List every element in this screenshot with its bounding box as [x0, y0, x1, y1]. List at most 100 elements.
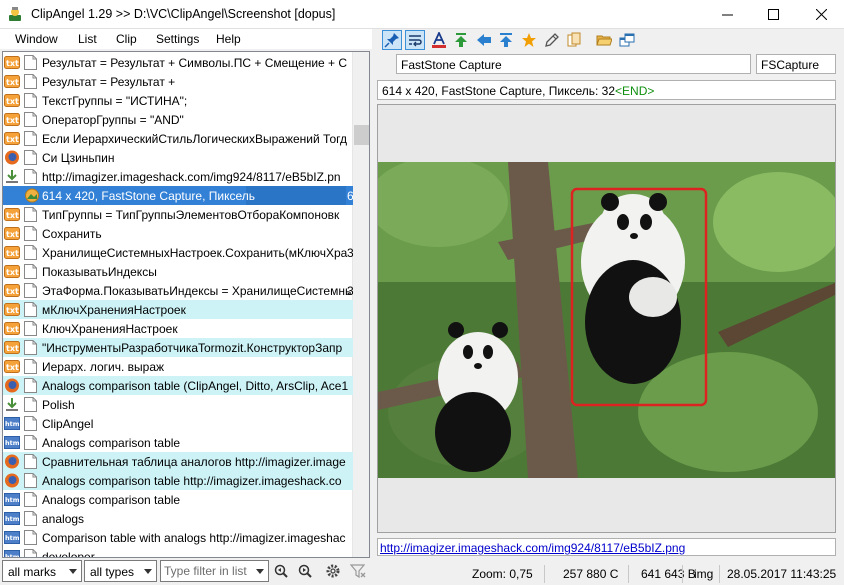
list-item-text: Результат = Результат +: [42, 75, 176, 89]
firefox-icon: [5, 378, 19, 393]
menu-help[interactable]: Help: [216, 32, 241, 46]
back-button[interactable]: [474, 30, 494, 50]
find-prev-icon: [274, 564, 288, 578]
edit-pencil-icon: [545, 33, 559, 47]
document-icon: [24, 112, 37, 127]
list-item[interactable]: txt ХранилищеСистемныхНастроек.Сохранить(…: [3, 243, 353, 262]
upload-button[interactable]: [496, 30, 516, 50]
close-button[interactable]: [798, 0, 844, 29]
title-bar: ClipAngel 1.29 >> D:\VC\ClipAngel\Screen…: [0, 0, 844, 29]
menu-clip[interactable]: Clip: [116, 32, 137, 46]
list-item[interactable]: txt КлючХраненияНастроек: [3, 319, 353, 338]
windows-button[interactable]: [617, 30, 637, 50]
app-icon: [9, 7, 21, 21]
list-item[interactable]: txt ТекстГруппы = "ИСТИНА";: [3, 91, 353, 110]
list-item[interactable]: txt Сохранить: [3, 224, 353, 243]
types-filter-select[interactable]: all types: [84, 560, 157, 582]
source-window-field[interactable]: FastStone Capture: [396, 54, 751, 74]
menu-window[interactable]: Window: [15, 32, 58, 46]
list-item[interactable]: txt Результат = Результат +: [3, 72, 353, 91]
list-scrollbar[interactable]: [352, 52, 369, 557]
list-item[interactable]: Analogs comparison table (ClipAngel, Dit…: [3, 376, 353, 395]
close-icon: [815, 9, 827, 20]
document-icon: [24, 264, 37, 279]
chevron-down-icon: [69, 569, 77, 574]
svg-text:txt: txt: [6, 230, 19, 239]
list-item[interactable]: html developer: [3, 547, 353, 558]
list-item[interactable]: html ClipAngel: [3, 414, 353, 433]
document-icon: [24, 435, 37, 450]
text-format-button[interactable]: [429, 30, 449, 50]
text-clip-icon: txt: [4, 265, 20, 278]
svg-text:txt: txt: [6, 59, 19, 68]
list-item[interactable]: html Analogs comparison table: [3, 433, 353, 452]
text-clip-icon: txt: [4, 113, 20, 126]
clip-list[interactable]: txt Результат = Результат + Символы.ПС + …: [2, 51, 370, 558]
svg-text:html: html: [5, 553, 20, 558]
menu-list[interactable]: List: [78, 32, 97, 46]
list-item[interactable]: txt Результат = Результат + Символы.ПС + …: [3, 53, 353, 72]
document-icon: [24, 169, 37, 184]
list-item[interactable]: http://imagizer.imageshack.com/img924/81…: [3, 167, 353, 186]
find-prev-button[interactable]: [272, 562, 290, 580]
find-next-button[interactable]: [296, 562, 314, 580]
marks-filter-select[interactable]: all marks: [2, 560, 82, 582]
clip-image: [378, 162, 835, 478]
list-item-text: analogs: [42, 512, 85, 526]
move-top-button[interactable]: [451, 30, 471, 50]
list-filter-input[interactable]: [164, 564, 252, 578]
clip-url-link[interactable]: http://imagizer.imageshack.com/img924/81…: [380, 541, 685, 555]
status-separator: [544, 565, 545, 583]
minimize-button[interactable]: [704, 0, 750, 29]
list-filter-field[interactable]: [160, 560, 269, 582]
firefox-icon: [5, 150, 19, 165]
list-item[interactable]: txt ОператорГруппы = "AND": [3, 110, 353, 129]
clear-filter-button[interactable]: [349, 562, 367, 580]
pin-button[interactable]: [382, 30, 402, 50]
list-item[interactable]: html Comparison table with analogs http:/…: [3, 528, 353, 547]
list-item-text: ЭтаФорма.ПоказыватьИндексы = ХранилищеСи…: [42, 284, 352, 298]
favorite-button[interactable]: [519, 30, 539, 50]
chevron-down-icon: [144, 569, 152, 574]
svg-text:txt: txt: [6, 211, 19, 220]
chevron-down-icon: [256, 569, 264, 574]
word-wrap-button[interactable]: [405, 30, 425, 50]
list-item[interactable]: Analogs comparison table http://imagizer…: [3, 471, 353, 490]
clip-summary-field[interactable]: 614 x 420, FastStone Capture, Пиксель: 3…: [377, 80, 836, 100]
source-process-field[interactable]: FSCapture: [756, 54, 836, 74]
settings-menu-button[interactable]: [320, 562, 346, 580]
clear-filter-icon: [350, 564, 366, 579]
list-item-selected[interactable]: 614 x 420, FastStone Capture, Пиксель 6: [3, 186, 353, 205]
text-clip-icon: txt: [4, 227, 20, 240]
list-item[interactable]: Сравнительная таблица аналогов http://im…: [3, 452, 353, 471]
list-item[interactable]: Си Цзиньпин: [3, 148, 353, 167]
image-preview[interactable]: [377, 104, 836, 533]
list-item[interactable]: txt мКлючХраненияНастроек: [3, 300, 353, 319]
document-icon: [24, 74, 37, 89]
copy-button[interactable]: [564, 30, 584, 50]
list-item-text: КлючХраненияНастроек: [42, 322, 178, 336]
edit-button[interactable]: [542, 30, 562, 50]
document-icon: [24, 359, 37, 374]
list-item[interactable]: txt ПоказыватьИндексы: [3, 262, 353, 281]
list-item[interactable]: txt ТипГруппы = ТипГруппыЭлементовОтбораК…: [3, 205, 353, 224]
list-item[interactable]: Polish: [3, 395, 353, 414]
document-icon: [24, 530, 37, 545]
list-item-text: ТекстГруппы = "ИСТИНА";: [42, 94, 188, 108]
list-item[interactable]: html analogs: [3, 509, 353, 528]
maximize-button[interactable]: [750, 0, 796, 29]
list-item[interactable]: html Analogs comparison table: [3, 490, 353, 509]
list-item[interactable]: txt "ИнструментыРазработчикаTormozit.Конс…: [3, 338, 353, 357]
list-item[interactable]: txt Иерарх. логич. выраж: [3, 357, 353, 376]
toolbar: [376, 29, 844, 51]
list-item[interactable]: txt ЭтаФорма.ПоказыватьИндексы = Хранилищ…: [3, 281, 353, 300]
svg-text:html: html: [5, 534, 20, 542]
document-icon: [24, 245, 37, 260]
open-folder-button[interactable]: [594, 30, 614, 50]
end-marker: <END>: [615, 84, 655, 98]
scrollbar-thumb[interactable]: [354, 125, 369, 145]
list-item[interactable]: txt Если ИерархическийСтильЛогическихВыра…: [3, 129, 353, 148]
menu-settings[interactable]: Settings: [156, 32, 199, 46]
document-icon: [24, 150, 37, 165]
document-icon: [24, 511, 37, 526]
